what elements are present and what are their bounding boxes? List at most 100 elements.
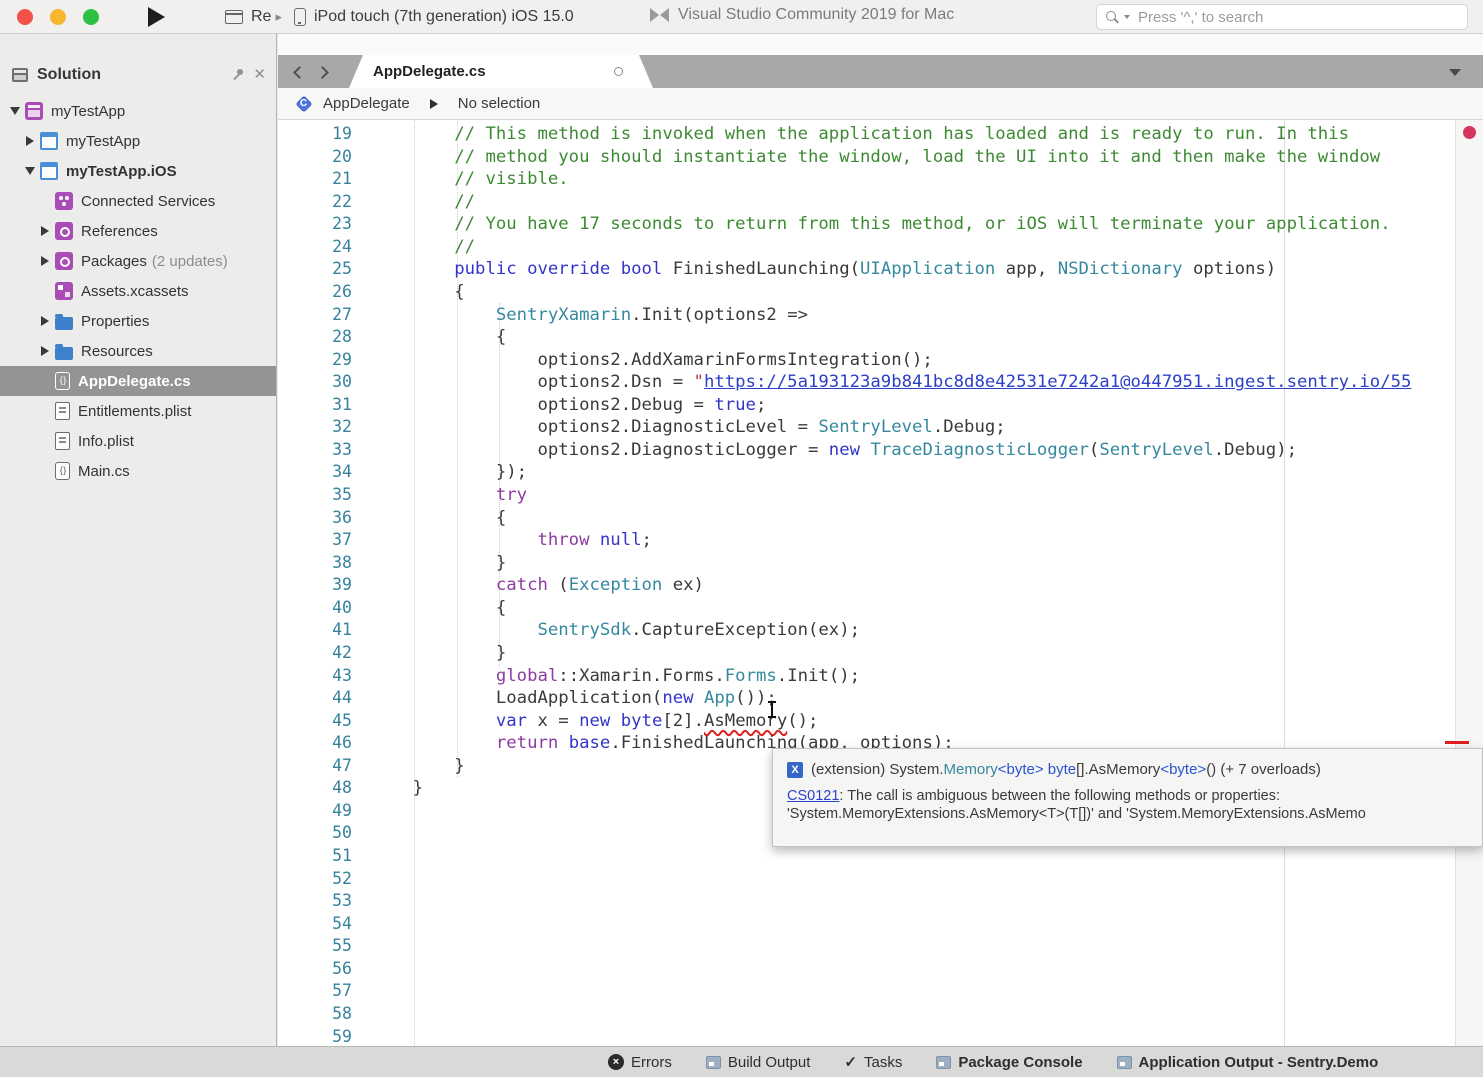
disclosure-right-icon[interactable] (38, 226, 52, 236)
solution-pane-header: Solution ✕ (0, 34, 276, 92)
tree-item-assets-xcassets-6[interactable]: Assets.xcassets (0, 276, 276, 306)
line-number: 28 (278, 326, 352, 349)
search-icon (1105, 10, 1120, 25)
code-line-38: 38 } (278, 552, 1455, 575)
disclosure-down-icon[interactable] (8, 107, 22, 115)
line-number: 24 (278, 236, 352, 259)
search-placeholder: Press '^,' to search (1138, 9, 1263, 26)
navigate-forward-button[interactable] (311, 63, 337, 81)
zoom-window-button[interactable] (83, 9, 99, 25)
tooltip-error-detail: 'System.MemoryExtensions.AsMemory<T>(T[]… (787, 806, 1366, 822)
status-item-label: Build Output (728, 1054, 811, 1071)
tree-item-references-4[interactable]: References (0, 216, 276, 246)
package-console-button[interactable]: Package Console (936, 1054, 1082, 1071)
folder-blue-icon (55, 347, 73, 360)
line-number: 56 (278, 958, 352, 981)
line-number: 32 (278, 416, 352, 439)
breadcrumb: C AppDelegate No selection (278, 88, 1483, 120)
error-marker-line45[interactable] (1445, 741, 1469, 744)
line-number: 34 (278, 461, 352, 484)
solution-icon (25, 102, 43, 120)
tooltip-error-text: : The call is ambiguous between the foll… (839, 788, 1280, 804)
status-item-label: Errors (631, 1054, 672, 1071)
build-output-button[interactable]: Build Output (706, 1054, 811, 1071)
line-number: 37 (278, 529, 352, 552)
tree-item-label: myTestApp (51, 103, 125, 120)
title-bar: Re ▸ iPod touch (7th generation) iOS 15.… (0, 0, 1483, 34)
line-number: 59 (278, 1026, 352, 1047)
close-window-button[interactable] (17, 9, 33, 25)
application-output-icon (1117, 1056, 1132, 1069)
navigate-back-button[interactable] (284, 63, 310, 81)
run-button[interactable] (148, 7, 165, 27)
status-item-label: Package Console (958, 1054, 1082, 1071)
code-line-33: 33 options2.DiagnosticLogger = new Trace… (278, 439, 1455, 462)
disclosure-right-icon[interactable] (23, 136, 37, 146)
disclosure-down-icon[interactable] (23, 167, 37, 175)
code-line-39: 39 catch (Exception ex) (278, 574, 1455, 597)
tree-item-label: Assets.xcassets (81, 283, 189, 300)
error-marker-top[interactable] (1463, 126, 1476, 139)
tree-item-mytestapp-ios-2[interactable]: myTestApp.iOS (0, 156, 276, 186)
line-number: 45 (278, 710, 352, 733)
disclosure-right-icon[interactable] (38, 256, 52, 266)
assets-icon (55, 282, 73, 300)
line-number: 54 (278, 913, 352, 936)
line-number: 48 (278, 777, 352, 800)
tab-list-dropdown[interactable] (1449, 69, 1461, 76)
line-number: 50 (278, 822, 352, 845)
status-item-label: Application Output - Sentry.Demo (1139, 1054, 1379, 1071)
close-icon[interactable]: ✕ (253, 68, 266, 82)
code-line-51: 51 (278, 845, 1455, 868)
line-number: 36 (278, 507, 352, 530)
code-editor[interactable]: 19 // This method is invoked when the ap… (278, 120, 1483, 1046)
line-number: 29 (278, 349, 352, 372)
minimize-window-button[interactable] (50, 9, 66, 25)
tree-item-mytestapp-0[interactable]: myTestApp (0, 96, 276, 126)
error-code-link[interactable]: CS0121 (787, 788, 839, 804)
tree-item-entitlements-plist-10[interactable]: Entitlements.plist (0, 396, 276, 426)
device-selector[interactable]: Re ▸ iPod touch (7th generation) iOS 15.… (225, 4, 574, 30)
line-number: 26 (278, 281, 352, 304)
pin-icon[interactable] (231, 68, 245, 82)
app-title: Visual Studio Community 2019 for Mac (650, 6, 954, 24)
visual-studio-icon (650, 8, 669, 23)
tree-item-label: Connected Services (81, 193, 215, 210)
line-number: 47 (278, 755, 352, 778)
status-bar: Errors Build Output Tasks Package Console Ap… (0, 1046, 1483, 1077)
tasks-icon (844, 1053, 857, 1071)
code-line-26: 26 { (278, 281, 1455, 304)
class-icon: C (294, 94, 313, 113)
tree-item-info-plist-11[interactable]: Info.plist (0, 426, 276, 456)
application-output-button[interactable]: Application Output - Sentry.Demo (1117, 1054, 1379, 1071)
errors-button[interactable]: Errors (608, 1054, 672, 1071)
code-line-55: 55 (278, 935, 1455, 958)
chevron-right-icon (316, 66, 329, 79)
tasks-button[interactable]: Tasks (844, 1053, 902, 1071)
tree-item-resources-8[interactable]: Resources (0, 336, 276, 366)
code-line-20: 20 // method you should instantiate the … (278, 146, 1455, 169)
line-number: 52 (278, 868, 352, 891)
disclosure-right-icon[interactable] (38, 346, 52, 356)
code-line-52: 52 (278, 868, 1455, 891)
code-line-29: 29 options2.AddXamarinFormsIntegration()… (278, 349, 1455, 372)
packages-icon (55, 252, 73, 270)
solution-pane-title: Solution (37, 66, 231, 84)
code-line-19: 19 // This method is invoked when the ap… (278, 123, 1455, 146)
error-tooltip: X (extension) System.Memory<byte> byte[]… (772, 748, 1483, 847)
search-input[interactable]: Press '^,' to search (1096, 4, 1468, 30)
disclosure-right-icon[interactable] (38, 316, 52, 326)
tree-item-main-cs-12[interactable]: Main.cs (0, 456, 276, 486)
breadcrumb-selection[interactable]: No selection (458, 95, 541, 112)
breadcrumb-class[interactable]: AppDelegate (323, 95, 410, 112)
tree-item-properties-7[interactable]: Properties (0, 306, 276, 336)
solution-tree: myTestAppmyTestAppmyTestApp.iOSConnected… (0, 96, 276, 486)
tree-item-packages-5[interactable]: Packages(2 updates) (0, 246, 276, 276)
line-number: 57 (278, 980, 352, 1003)
line-number: 46 (278, 732, 352, 755)
code-line-58: 58 (278, 1003, 1455, 1026)
tree-item-appdelegate-cs-9[interactable]: AppDelegate.cs (0, 366, 276, 396)
tab-appdelegate[interactable]: AppDelegate.cs (349, 55, 653, 88)
tree-item-connected-services-3[interactable]: Connected Services (0, 186, 276, 216)
tree-item-mytestapp-1[interactable]: myTestApp (0, 126, 276, 156)
